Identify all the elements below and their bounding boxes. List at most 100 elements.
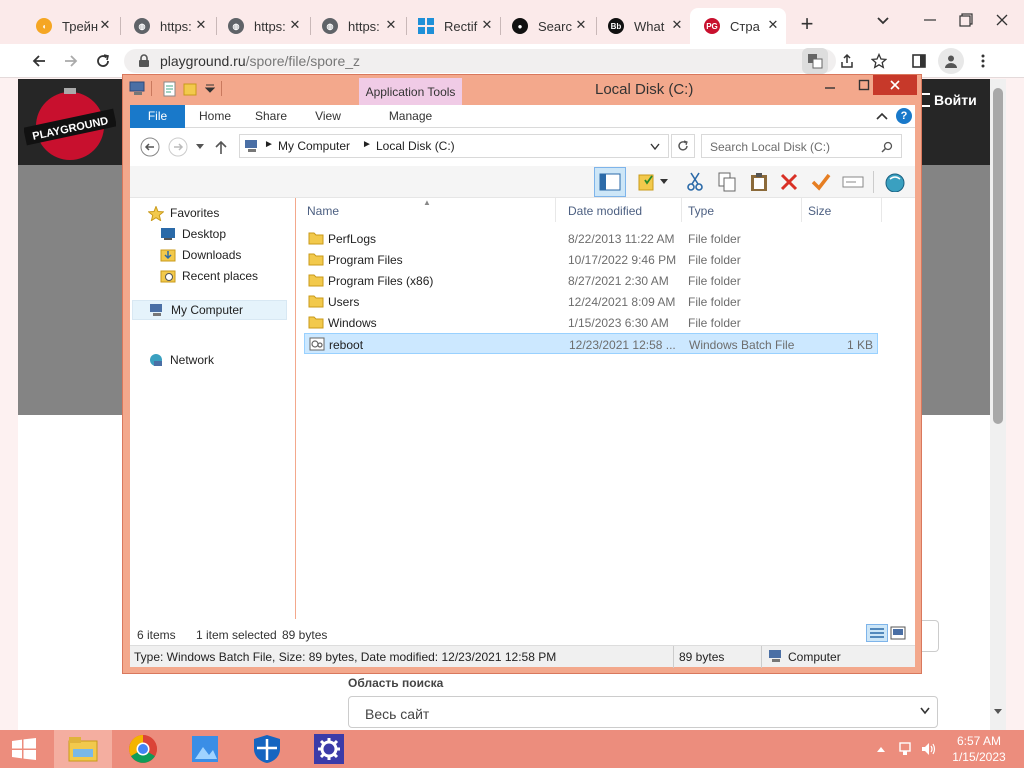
new-tab-button[interactable]: + — [796, 13, 818, 35]
path-dropdown-chevron-icon[interactable] — [650, 143, 660, 151]
tab-close-icon[interactable]: ✕ — [194, 18, 208, 32]
rename-field-icon[interactable] — [840, 169, 866, 195]
tab-close-icon[interactable]: ✕ — [288, 18, 302, 32]
browser-tab[interactable]: ◍ https: ✕ — [214, 8, 308, 44]
browser-tab[interactable]: Bb What ✕ — [594, 8, 690, 44]
quick-access-dropdown-icon[interactable] — [205, 84, 215, 94]
up-arrow-icon[interactable] — [214, 139, 228, 155]
reload-icon[interactable] — [90, 48, 116, 74]
login-link[interactable]: Войти — [920, 92, 977, 108]
network-tray-icon[interactable] — [898, 741, 914, 757]
taskbar-chrome-icon[interactable] — [114, 730, 172, 768]
refresh-icon[interactable] — [671, 134, 695, 158]
volume-icon[interactable] — [920, 741, 936, 757]
taskbar-settings-icon[interactable] — [300, 730, 358, 768]
tab-share[interactable]: Share — [246, 105, 296, 128]
tab-search-chevron-icon[interactable] — [876, 16, 890, 26]
column-header-date-modified[interactable]: Date modified — [568, 204, 642, 218]
scroll-down-arrow-icon[interactable] — [993, 708, 1003, 716]
browser-tab-active[interactable]: PG Стра ✕ — [690, 8, 786, 44]
properties-quick-icon[interactable] — [163, 81, 177, 97]
forward-arrow-icon[interactable] — [58, 48, 84, 74]
breadcrumb-local-disk[interactable]: Local Disk (C:) — [376, 139, 455, 153]
taskbar-photos-icon[interactable] — [176, 730, 234, 768]
translate-icon[interactable] — [802, 48, 828, 74]
minimize-icon[interactable] — [922, 12, 938, 28]
details-view-icon[interactable] — [866, 624, 888, 642]
delete-icon[interactable] — [776, 169, 802, 195]
start-button[interactable] — [0, 730, 48, 768]
file-row[interactable]: Users 12/24/2021 8:09 AM File folder — [304, 291, 878, 312]
help-icon[interactable]: ? — [896, 108, 912, 124]
close-window-icon[interactable] — [873, 75, 917, 95]
explorer-search-input[interactable]: Search Local Disk (C:) — [701, 134, 902, 158]
recent-locations-chevron-icon[interactable] — [196, 144, 204, 150]
forward-circle-icon[interactable] — [168, 137, 188, 157]
tab-file[interactable]: File — [130, 105, 185, 128]
close-window-icon[interactable] — [994, 12, 1010, 28]
properties-icon[interactable] — [634, 169, 660, 195]
tab-close-icon[interactable]: ✕ — [480, 18, 494, 32]
browser-tab[interactable]: ● Searc ✕ — [498, 8, 594, 44]
application-tools-context-tab: Application Tools — [359, 78, 462, 105]
system-clock[interactable]: 6:57 AM 1/15/2023 — [944, 733, 1014, 765]
file-row[interactable]: Windows 1/15/2023 6:30 AM File folder — [304, 312, 878, 333]
taskbar-defender-icon[interactable] — [238, 730, 296, 768]
bookmark-star-icon[interactable] — [866, 48, 892, 74]
folder-icon — [308, 231, 324, 245]
share-icon[interactable] — [834, 48, 860, 74]
large-icons-view-icon[interactable] — [890, 626, 906, 640]
show-hidden-icons-icon[interactable] — [876, 745, 886, 753]
preview-pane-icon[interactable] — [594, 167, 626, 197]
breadcrumb-my-computer[interactable]: My Computer — [278, 139, 350, 153]
back-circle-icon[interactable] — [140, 137, 160, 157]
collapse-ribbon-icon[interactable] — [875, 110, 889, 122]
file-row[interactable]: reboot 12/23/2021 12:58 ... Windows Batch … — [304, 333, 878, 354]
profile-avatar-icon[interactable] — [938, 48, 964, 74]
nav-item-downloads[interactable]: Downloads — [160, 248, 241, 262]
minimize-icon[interactable] — [813, 75, 847, 95]
tab-close-icon[interactable]: ✕ — [670, 18, 684, 32]
playground-logo[interactable]: PLAYGROUND — [24, 82, 116, 162]
properties-dropdown-icon[interactable] — [658, 169, 670, 195]
nav-item-favorites[interactable]: Favorites — [148, 206, 219, 221]
menu-kebab-icon[interactable] — [970, 48, 996, 74]
column-header-type[interactable]: Type — [688, 204, 714, 218]
window-title-bar[interactable]: Application Tools Local Disk (C:) — [123, 75, 921, 105]
url-bar[interactable]: playground.ru/spore/file/spore_z — [124, 49, 836, 73]
nav-item-recent-places[interactable]: Recent places — [160, 269, 258, 283]
restore-icon[interactable] — [958, 12, 974, 28]
side-panel-icon[interactable] — [906, 48, 932, 74]
column-header-size[interactable]: Size — [808, 204, 831, 218]
back-arrow-icon[interactable] — [26, 48, 52, 74]
taskbar-file-explorer-icon[interactable] — [54, 730, 112, 768]
paste-icon[interactable] — [746, 169, 772, 195]
tab-home[interactable]: Home — [190, 105, 240, 128]
tab-view[interactable]: View — [302, 105, 354, 128]
copy-icon[interactable] — [714, 169, 740, 195]
page-scrollbar-thumb[interactable] — [993, 88, 1003, 424]
nav-item-network[interactable]: Network — [148, 353, 214, 367]
file-row[interactable]: Program Files (x86) 8/27/2021 2:30 AM File… — [304, 270, 878, 291]
nav-item-desktop[interactable]: Desktop — [160, 227, 226, 241]
browser-tab[interactable]: Rectif ✕ — [404, 8, 500, 44]
file-row[interactable]: Program Files 10/17/2022 9:46 PM File fold… — [304, 249, 878, 270]
shell-icon[interactable] — [882, 169, 908, 195]
tab-close-icon[interactable]: ✕ — [766, 18, 780, 32]
taskbar: 6:57 AM 1/15/2023 — [0, 730, 1024, 768]
tab-manage[interactable]: Manage — [359, 105, 462, 128]
file-row[interactable]: PerfLogs 8/22/2013 11:22 AM File folder — [304, 228, 878, 249]
tab-close-icon[interactable]: ✕ — [574, 18, 588, 32]
browser-tab[interactable]: ◖ Трейн ✕ — [22, 8, 118, 44]
tab-close-icon[interactable]: ✕ — [98, 18, 112, 32]
column-header-name[interactable]: Name — [307, 204, 339, 218]
new-folder-quick-icon[interactable] — [183, 81, 197, 97]
browser-tab[interactable]: ◍ https: ✕ — [120, 8, 214, 44]
browser-tab[interactable]: ◍ https: ✕ — [308, 8, 404, 44]
rename-check-icon[interactable] — [808, 169, 834, 195]
tab-close-icon[interactable]: ✕ — [384, 18, 398, 32]
nav-item-my-computer[interactable]: My Computer — [132, 300, 287, 320]
search-scope-select[interactable]: Весь сайт — [348, 696, 938, 728]
cut-icon[interactable] — [682, 169, 708, 195]
breadcrumb[interactable]: ► My Computer ► Local Disk (C:) — [239, 134, 669, 158]
